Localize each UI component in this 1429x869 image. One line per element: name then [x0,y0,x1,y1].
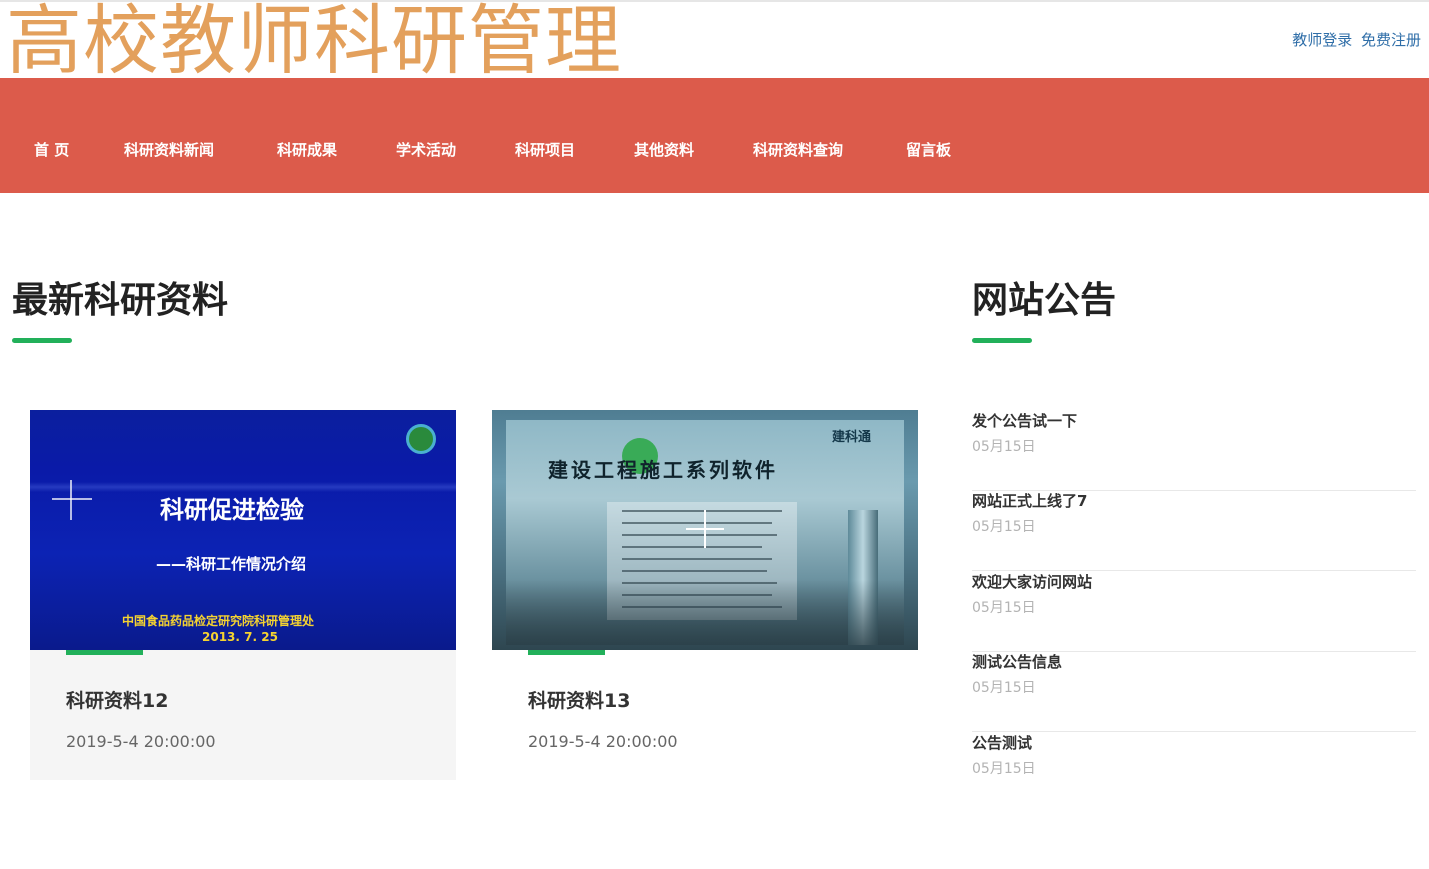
list-line [622,534,777,536]
box-brand: 建科通 [832,430,872,445]
site-title: 高校教师科研管理 [6,0,622,85]
crosshair-h [686,528,724,530]
notice-title[interactable]: 网站正式上线了7 [972,490,1087,511]
notice-item[interactable]: 发个公告试一下 05月15日 [972,410,1416,491]
notices-heading: 网站公告 [972,280,1117,321]
slide-sparkle-h [52,498,92,500]
nav-item-achievements[interactable]: 科研成果 [277,139,337,160]
list-line [622,510,782,512]
nav-item-message-board[interactable]: 留言板 [906,139,951,160]
card-title[interactable]: 科研资料12 [66,686,168,713]
card-title[interactable]: 科研资料13 [528,686,630,713]
list-line [622,570,767,572]
list-line [622,558,772,560]
teacher-login-link[interactable]: 教师登录 [1292,31,1352,49]
notice-title[interactable]: 公告测试 [972,732,1032,753]
card-accent-bar [528,650,605,655]
card-image[interactable]: 建设工程施工系列软件 建科通 [492,410,918,650]
notice-title[interactable]: 欢迎大家访问网站 [972,571,1092,592]
slide-headline: 科研促进检验 [160,496,304,524]
org-seal-icon [406,424,436,454]
list-line [622,522,772,524]
notices-heading-underline [972,338,1032,343]
slide-sparkle [70,480,72,520]
slide-date: 2013. 7. 25 [202,630,278,644]
slide-org: 中国食品药品检定研究院科研管理处 [122,614,315,628]
notice-item[interactable]: 欢迎大家访问网站 05月15日 [972,571,1416,652]
latest-research-heading: 最新科研资料 [12,280,229,321]
notice-item[interactable]: 网站正式上线了7 05月15日 [972,490,1416,571]
card-date: 2019-5-4 20:00:00 [528,732,678,751]
nav-item-research-news[interactable]: 科研资料新闻 [124,139,214,160]
card-image[interactable]: 科研促进检验 ——科研工作情况介绍 中国食品药品检定研究院科研管理处 2013.… [30,410,456,650]
nav-item-research-search[interactable]: 科研资料查询 [753,139,843,160]
notice-date: 05月15日 [972,439,1036,455]
notice-date: 05月15日 [972,519,1036,535]
notice-title[interactable]: 测试公告信息 [972,651,1062,672]
box-headline: 建设工程施工系列软件 [548,458,778,482]
list-line [622,546,762,548]
slide-subline: ——科研工作情况介绍 [156,555,307,573]
nav-item-other-materials[interactable]: 其他资料 [634,139,694,160]
research-card[interactable]: 建设工程施工系列软件 建科通 科研资料13 2019-5-4 20:00:00 [492,410,918,780]
research-card[interactable]: 科研促进检验 ——科研工作情况介绍 中国食品药品检定研究院科研管理处 2013.… [30,410,456,780]
notice-date: 05月15日 [972,600,1036,616]
card-date: 2019-5-4 20:00:00 [66,732,216,751]
notice-title[interactable]: 发个公告试一下 [972,410,1077,431]
card-accent-bar [66,650,143,655]
notice-date: 05月15日 [972,761,1036,777]
register-link[interactable]: 免费注册 [1361,31,1421,49]
notice-date: 05月15日 [972,680,1036,696]
main-nav: 首 页 科研资料新闻 科研成果 学术活动 科研项目 其他资料 科研资料查询 留言… [0,78,1429,193]
nav-item-home[interactable]: 首 页 [34,139,69,160]
auth-links: 教师登录 免费注册 [1292,29,1421,50]
latest-heading-underline [12,338,72,343]
city-skyline-graphic [506,580,904,645]
nav-item-research-projects[interactable]: 科研项目 [515,139,575,160]
notice-item[interactable]: 测试公告信息 05月15日 [972,651,1416,732]
notice-item[interactable]: 公告测试 05月15日 [972,732,1416,813]
nav-item-academic-activities[interactable]: 学术活动 [396,139,456,160]
